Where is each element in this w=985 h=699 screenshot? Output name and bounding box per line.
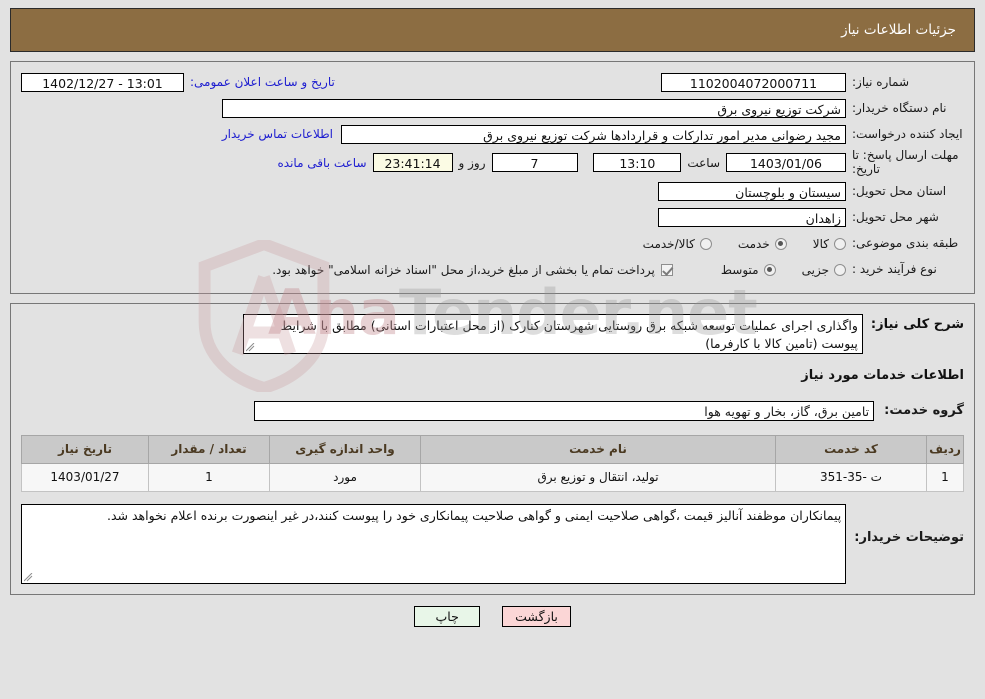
page-title: جزئیات اطلاعات نیاز <box>841 22 956 38</box>
deadline-date-value: 1403/01/06 <box>726 153 846 173</box>
buyer-notes-textarea[interactable]: پیمانکاران موظفند آنالیز قیمت ،گواهی صلا… <box>21 503 847 584</box>
remaining-time-value: 23:41:14 <box>372 153 453 173</box>
process-option-motavasset-label: متوسط <box>720 262 759 277</box>
cell-code: ت -35-351 <box>775 462 927 492</box>
radio-kala[interactable] <box>834 237 846 250</box>
description-value: واگذاری اجرای عملیات توسعه شبکه برق روست… <box>280 317 858 351</box>
table-row: 1 ت -35-351 تولید، انتقال و توزیع برق مو… <box>21 462 964 492</box>
cell-qty: 1 <box>148 462 270 492</box>
category-option-kala-label: کالا <box>812 236 829 251</box>
remaining-suffix-label: ساعت باقی مانده <box>277 155 367 170</box>
province-label: استان محل تحویل: <box>852 184 947 199</box>
row-buyer-notes: توضیحات خریدار: پیمانکاران موظفند آنالیز… <box>21 503 964 584</box>
deadline-hour-label: ساعت <box>687 155 720 170</box>
process-option-jozii[interactable]: جزیی <box>802 263 846 277</box>
back-button[interactable]: بازگشت <box>502 605 571 627</box>
row-creator: ایجاد کننده درخواست: مجید رضوانی مدیر ام… <box>21 123 964 145</box>
days-and-label: روز و <box>458 155 486 170</box>
deadline-time-value: 13:10 <box>593 153 682 173</box>
footer-actions: بازگشت چاپ <box>0 605 985 627</box>
remaining-days-value: 7 <box>491 153 578 173</box>
table-header-qty: تعداد / مقدار <box>148 434 270 464</box>
process-option-jozii-label: جزیی <box>801 262 829 277</box>
table-header-row: ردیف کد خدمت نام خدمت واحد اندازه گیری ت… <box>21 434 964 464</box>
row-city: شهر محل تحویل: زاهدان <box>21 207 964 229</box>
row-buyer-org: نام دستگاه خریدار: شرکت توزیع نیروی برق <box>21 97 964 119</box>
category-label: طبقه بندی موضوعی: <box>852 236 959 251</box>
row-need-number: شماره نیاز: 1102004072000711 تاریخ و ساع… <box>21 71 964 93</box>
service-group-label: گروه خدمت: <box>884 403 964 419</box>
city-value: زاهدان <box>658 208 846 228</box>
description-label: شرح کلی نیاز: <box>870 316 964 332</box>
services-table: ردیف کد خدمت نام خدمت واحد اندازه گیری ت… <box>21 434 964 492</box>
category-option-kala-khedmat[interactable]: کالا/خدمت <box>643 237 712 251</box>
buyer-org-value: شرکت توزیع نیروی برق <box>222 98 846 118</box>
resize-grip-icon[interactable] <box>245 342 255 352</box>
description-textarea[interactable]: واگذاری اجرای عملیات توسعه شبکه برق روست… <box>242 313 863 354</box>
category-option-kala-khedmat-label: کالا/خدمت <box>642 236 695 251</box>
treasury-checkbox-label: پرداخت تمام یا بخشی از مبلغ خرید،از محل … <box>272 262 655 277</box>
service-group-value: تامین برق، گاز، بخار و تهویه هوا <box>254 400 875 421</box>
row-category: طبقه بندی موضوعی: کالا خدمت کالا/خدمت <box>21 233 964 255</box>
table-header-index: ردیف <box>926 434 964 464</box>
deadline-label: مهلت ارسال پاسخ: تا تاریخ: <box>852 148 959 176</box>
need-details-panel: شرح کلی نیاز: واگذاری اجرای عملیات توسعه… <box>10 302 975 595</box>
print-button[interactable]: چاپ <box>414 605 481 627</box>
radio-jozii[interactable] <box>834 263 846 276</box>
services-section-title: اطلاعات خدمات مورد نیاز <box>801 367 964 383</box>
need-summary-panel: شماره نیاز: 1102004072000711 تاریخ و ساع… <box>10 61 975 294</box>
row-service-group: گروه خدمت: تامین برق، گاز، بخار و تهویه … <box>21 400 964 421</box>
treasury-checkbox[interactable] <box>660 263 673 276</box>
process-label: نوع فرآیند خرید : <box>852 262 937 277</box>
cell-unit: مورد <box>269 462 421 492</box>
province-value: سیستان و بلوچستان <box>658 182 846 202</box>
city-label: شهر محل تحویل: <box>852 210 939 225</box>
buyer-contact-link[interactable]: اطلاعات تماس خریدار <box>222 127 341 141</box>
public-announce-value: 1402/12/27 - 13:01 <box>21 72 184 92</box>
category-option-khedmat-label: خدمت <box>737 236 770 251</box>
process-option-motavasset[interactable]: متوسط <box>721 263 776 277</box>
creator-label: ایجاد کننده درخواست: <box>852 126 963 141</box>
treasury-checkbox-wrap[interactable]: پرداخت تمام یا بخشی از مبلغ خرید،از محل … <box>272 263 673 277</box>
table-header-name: نام خدمت <box>420 434 776 464</box>
radio-kala-khedmat[interactable] <box>699 237 712 250</box>
creator-value: مجید رضوانی مدیر امور تدارکات و قرارداده… <box>341 124 846 144</box>
row-description: شرح کلی نیاز: واگذاری اجرای عملیات توسعه… <box>21 313 964 354</box>
buyer-notes-value: پیمانکاران موظفند آنالیز قیمت ،گواهی صلا… <box>107 507 842 523</box>
row-deadline: مهلت ارسال پاسخ: تا تاریخ: 1403/01/06 سا… <box>21 148 964 177</box>
buyer-org-label: نام دستگاه خریدار: <box>852 100 947 115</box>
cell-date: 1403/01/27 <box>21 462 149 492</box>
table-header-date: تاریخ نیاز <box>21 434 149 464</box>
cell-name: تولید، انتقال و توزیع برق <box>420 462 776 492</box>
row-process-type: نوع فرآیند خرید : جزیی متوسط پرداخت تمام… <box>21 259 964 281</box>
resize-grip-icon[interactable] <box>24 572 33 582</box>
table-header-unit: واحد اندازه گیری <box>269 434 421 464</box>
page-title-bar: جزئیات اطلاعات نیاز <box>10 8 975 52</box>
need-number-label: شماره نیاز: <box>852 74 909 89</box>
radio-khedmat[interactable] <box>774 237 787 250</box>
table-header-code: کد خدمت <box>775 434 927 464</box>
radio-motavasset[interactable] <box>763 263 776 276</box>
public-announce-label: تاریخ و ساعت اعلان عمومی: <box>190 75 335 89</box>
buyer-notes-label: توضیحات خریدار: <box>854 529 964 545</box>
row-province: استان محل تحویل: سیستان و بلوچستان <box>21 181 964 203</box>
category-option-khedmat[interactable]: خدمت <box>738 237 787 251</box>
category-option-kala[interactable]: کالا <box>813 237 846 251</box>
need-number-value: 1102004072000711 <box>661 72 846 92</box>
cell-index: 1 <box>926 462 964 492</box>
